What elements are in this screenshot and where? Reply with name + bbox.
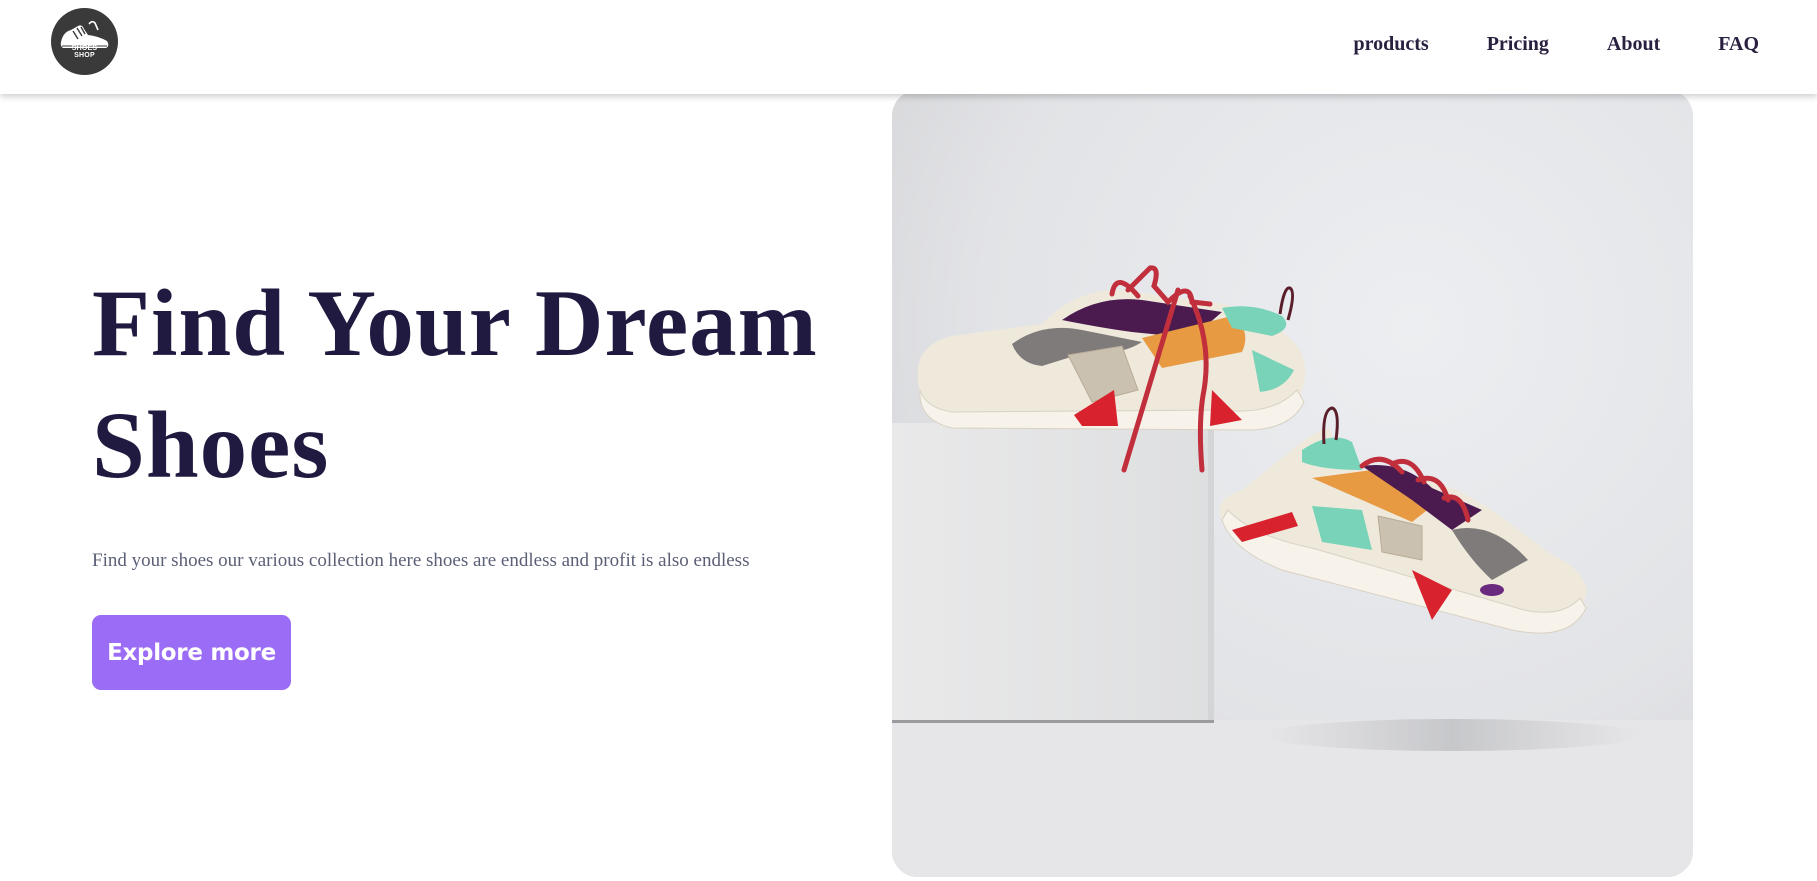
nav-link-about[interactable]: About <box>1607 32 1660 56</box>
nav-link-faq[interactable]: FAQ <box>1718 32 1759 56</box>
logo-text: SHOES SHOP <box>71 45 98 59</box>
explore-more-button[interactable]: Explore more <box>92 615 291 690</box>
nav-link-products[interactable]: products <box>1353 32 1428 56</box>
hero-title: Find Your Dream Shoes <box>92 270 818 498</box>
nav-link-pricing[interactable]: Pricing <box>1487 32 1549 56</box>
hero-subtitle: Find your shoes our various collection h… <box>92 550 750 571</box>
sneaker-icon <box>60 20 109 48</box>
nav-links: products Pricing About FAQ <box>1353 32 1759 56</box>
hero-image <box>892 90 1693 877</box>
logo[interactable]: SHOES SHOP <box>51 8 118 75</box>
navbar: SHOES SHOP products Pricing About FAQ <box>0 0 1817 94</box>
